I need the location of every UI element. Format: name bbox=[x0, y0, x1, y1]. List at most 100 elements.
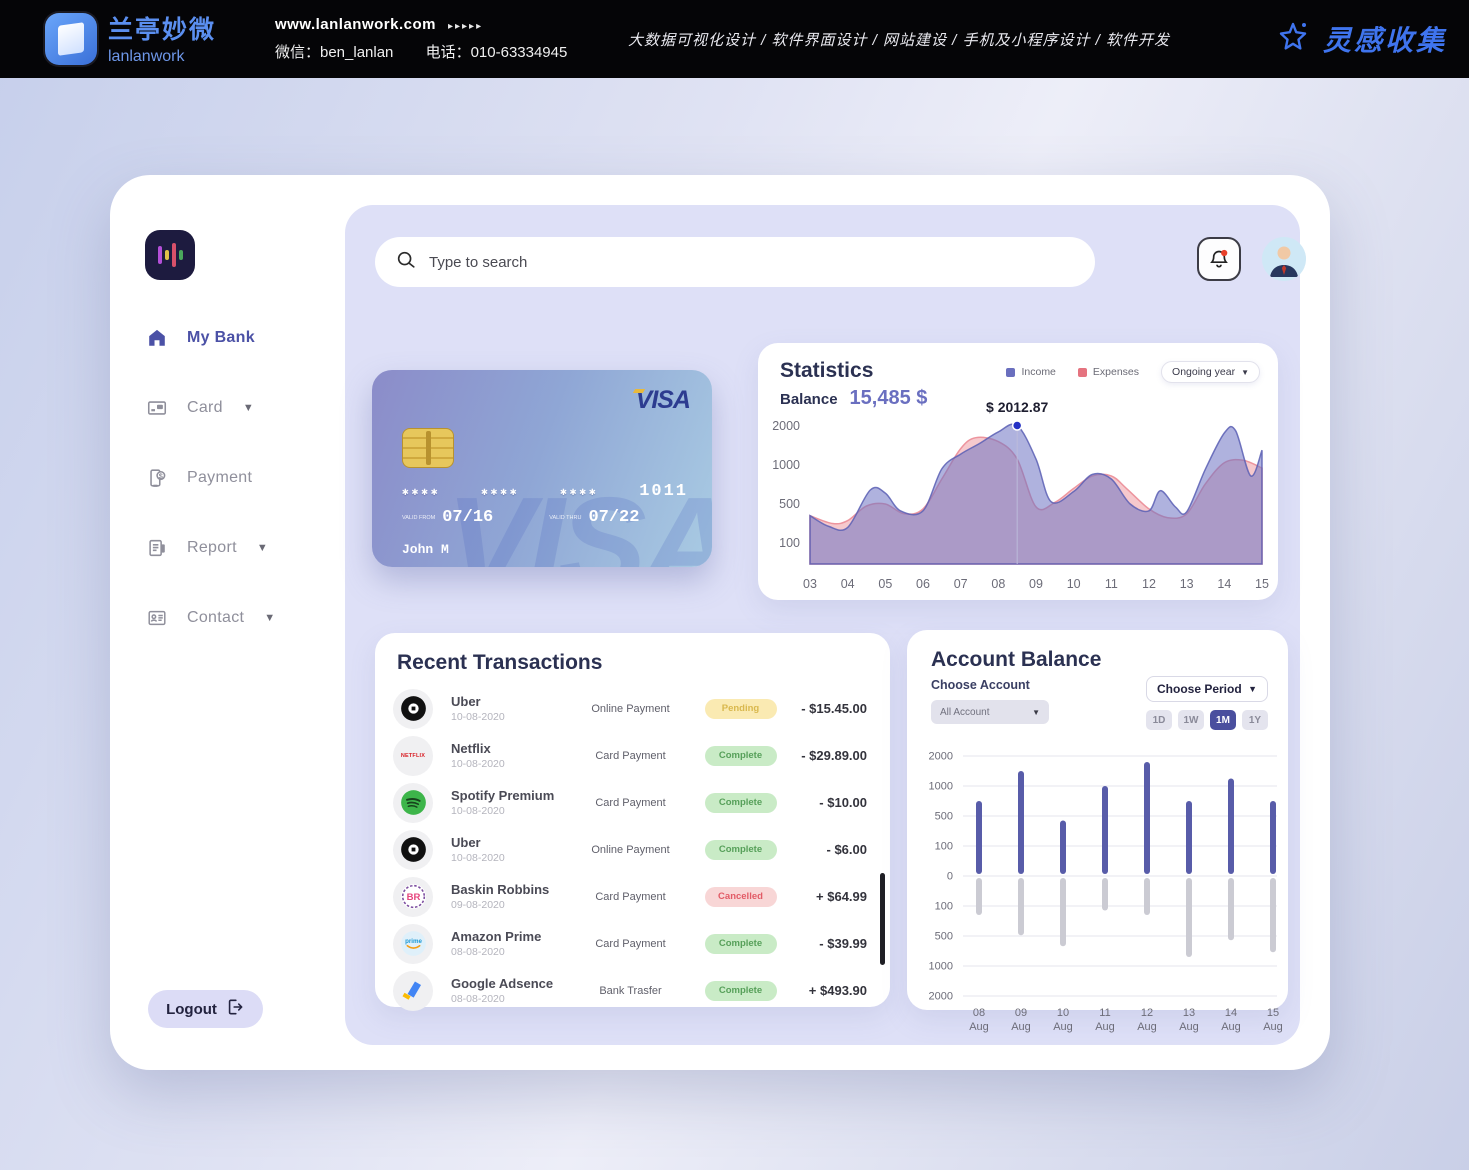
merchant-name: Google Adsence bbox=[451, 976, 573, 991]
svg-text:08: 08 bbox=[973, 1007, 985, 1019]
chevron-down-icon: ▼ bbox=[1241, 368, 1249, 377]
transaction-row[interactable]: Uber10-08-2020Online PaymentPending- $15… bbox=[393, 685, 871, 732]
svg-text:$ 2012.87: $ 2012.87 bbox=[986, 399, 1048, 415]
equalizer-bar bbox=[158, 246, 162, 264]
logout-button[interactable]: Logout bbox=[148, 990, 263, 1028]
merchant-logo: prime bbox=[393, 924, 433, 964]
legend-swatch bbox=[1006, 368, 1015, 377]
svg-text:1000: 1000 bbox=[772, 458, 800, 472]
search-bar[interactable] bbox=[375, 237, 1095, 287]
transaction-row[interactable]: BR Baskin Robbins 09-08-2020Card Payment Ca… bbox=[393, 873, 871, 920]
transaction-row[interactable]: primeAmazon Prime08-08-2020Card PaymentC… bbox=[393, 920, 871, 967]
payment-icon: $ bbox=[145, 466, 169, 490]
chevron-down-icon: ▼ bbox=[264, 612, 275, 624]
phone-contact: 电话：010-63334945 bbox=[426, 44, 568, 61]
sidebar-item-report[interactable]: Report▼ bbox=[145, 533, 335, 563]
legend-swatch bbox=[1078, 368, 1087, 377]
sidebar-item-label: Card bbox=[187, 399, 223, 417]
chevron-down-icon: ▼ bbox=[243, 402, 254, 414]
sidebar-item-contact[interactable]: Contact ▼ bbox=[145, 603, 335, 633]
wechat-contact: 微信：ben_lanlan bbox=[275, 44, 393, 61]
transaction-date: 08-08-2020 bbox=[451, 946, 573, 958]
merchant-logo bbox=[393, 971, 433, 1011]
svg-text:prime: prime bbox=[405, 938, 422, 945]
svg-text:06: 06 bbox=[916, 577, 930, 591]
spark-star-icon bbox=[1273, 17, 1313, 62]
account-select-dropdown[interactable]: All Account ▼ bbox=[931, 700, 1049, 724]
equalizer-bar bbox=[165, 250, 169, 260]
svg-text:Aug: Aug bbox=[1137, 1021, 1157, 1033]
transaction-amount: - $6.00 bbox=[793, 842, 871, 857]
sidebar-item-payment[interactable]: $ Payment bbox=[145, 463, 335, 493]
status-badge: Pending bbox=[705, 699, 777, 719]
merchant-name: Amazon Prime bbox=[451, 929, 573, 944]
transaction-row[interactable]: NETFLIXNetflix10-08-2020Card PaymentComp… bbox=[393, 732, 871, 779]
sidebar-item-card[interactable]: Card ▼ bbox=[145, 393, 335, 423]
svg-text:08: 08 bbox=[991, 577, 1005, 591]
svg-text:$: $ bbox=[159, 471, 163, 480]
equalizer-bar bbox=[172, 243, 176, 267]
svg-text:Aug: Aug bbox=[1263, 1021, 1283, 1033]
svg-text:Aug: Aug bbox=[1053, 1021, 1073, 1033]
home-icon bbox=[145, 326, 169, 350]
svg-text:12: 12 bbox=[1141, 1007, 1153, 1019]
card-icon bbox=[145, 396, 169, 420]
status-badge: Complete bbox=[705, 840, 777, 860]
sidebar-item-label: Payment bbox=[187, 469, 252, 487]
transaction-date: 09-08-2020 bbox=[451, 899, 573, 911]
google-adsense-icon bbox=[400, 978, 426, 1004]
top-banner: 兰亭妙微 lanlanwork www.lanlanwork.com▸▸▸▸▸ … bbox=[0, 0, 1469, 78]
svg-text:09: 09 bbox=[1015, 1007, 1027, 1019]
visa-logo: VISA bbox=[636, 386, 690, 415]
status-badge: Complete bbox=[705, 746, 777, 766]
sidebar-item-label: Contact bbox=[187, 609, 244, 627]
user-avatar[interactable] bbox=[1262, 237, 1306, 281]
svg-text:Aug: Aug bbox=[1095, 1021, 1115, 1033]
svg-text:500: 500 bbox=[779, 497, 800, 511]
ongoing-year-dropdown[interactable]: Ongoing year ▼ bbox=[1161, 361, 1260, 383]
period-button-1d[interactable]: 1D bbox=[1146, 710, 1172, 730]
svg-text:15: 15 bbox=[1267, 1007, 1279, 1019]
transaction-row[interactable]: Google Adsence08-08-2020Bank TrasferComp… bbox=[393, 967, 871, 1014]
svg-text:500: 500 bbox=[935, 811, 953, 823]
period-button-1y[interactable]: 1Y bbox=[1242, 710, 1268, 730]
baskin-robbins-icon: BR bbox=[400, 883, 427, 910]
period-value: Ongoing year bbox=[1172, 366, 1235, 378]
svg-text:10: 10 bbox=[1067, 577, 1081, 591]
uber-icon bbox=[400, 695, 427, 722]
sidebar-item-my-bank[interactable]: My Bank bbox=[145, 323, 335, 353]
transactions-title: Recent Transactions bbox=[397, 651, 602, 675]
chevron-down-icon: ▼ bbox=[1248, 684, 1257, 694]
period-button-1w[interactable]: 1W bbox=[1178, 710, 1204, 730]
transaction-row[interactable]: Spotify Premium10-08-2020Card PaymentCom… bbox=[393, 779, 871, 826]
merchant-name: Netflix bbox=[451, 741, 573, 756]
svg-text:15: 15 bbox=[1255, 577, 1269, 591]
merchant-name: Baskin Robbins bbox=[451, 882, 573, 897]
status-badge: Cancelled bbox=[705, 887, 777, 907]
scrollbar[interactable] bbox=[880, 873, 885, 965]
recent-transactions-panel: Recent Transactions Uber10-08-2020Online… bbox=[375, 633, 890, 1007]
svg-text:Aug: Aug bbox=[969, 1021, 989, 1033]
transaction-row[interactable]: Uber10-08-2020Online PaymentComplete- $6… bbox=[393, 826, 871, 873]
legend-label: Expenses bbox=[1093, 366, 1139, 378]
svg-text:11: 11 bbox=[1099, 1007, 1110, 1019]
search-input[interactable] bbox=[429, 254, 1075, 271]
account-balance-panel: Account Balance Choose Account All Accou… bbox=[907, 630, 1288, 1010]
valid-thru-value: 07/22 bbox=[588, 508, 639, 527]
netflix-icon: NETFLIX bbox=[401, 753, 425, 759]
payment-method: Card Payment bbox=[573, 891, 688, 903]
svg-text:0: 0 bbox=[947, 871, 953, 883]
period-button-1m[interactable]: 1M bbox=[1210, 710, 1236, 730]
sidebar-menu: My Bank Card ▼ $ Payment Report▼ Contact ▼ bbox=[145, 323, 335, 673]
transaction-amount: + $493.90 bbox=[793, 983, 871, 998]
transaction-amount: - $10.00 bbox=[793, 795, 871, 810]
choose-period-dropdown[interactable]: Choose Period ▼ bbox=[1146, 676, 1268, 702]
choose-period-value: Choose Period bbox=[1157, 682, 1242, 696]
visa-bank-card[interactable]: VISA VISA ✱✱✱✱ ✱✱✱✱ ✱✱✱✱ 1011 VALID FROM… bbox=[372, 370, 712, 567]
bank-app-logo bbox=[145, 230, 195, 280]
account-balance-bar-chart: 2000100050010001005001000200008Aug09Aug1… bbox=[911, 734, 1285, 1034]
chevron-down-icon: ▼ bbox=[1032, 708, 1040, 717]
transaction-amount: + $64.99 bbox=[793, 889, 871, 904]
masked-digits: ✱✱✱✱ bbox=[560, 485, 599, 499]
notifications-button[interactable] bbox=[1197, 237, 1241, 281]
